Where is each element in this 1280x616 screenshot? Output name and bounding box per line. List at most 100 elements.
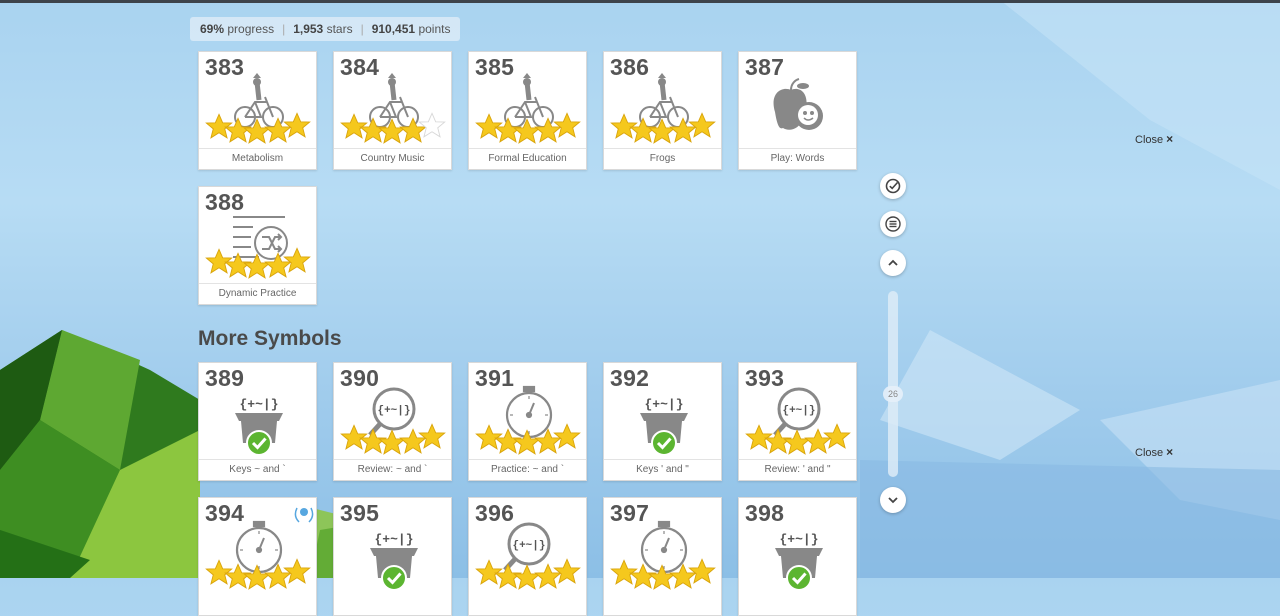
star-icon [745, 424, 773, 450]
completed-filter-button[interactable] [880, 173, 906, 199]
top-border [0, 0, 1280, 3]
shuffle-list-icon [233, 216, 288, 260]
lesson-card-387[interactable]: 387 Play: Words [738, 51, 857, 170]
lesson-title: Review: ' and " [739, 459, 856, 480]
apple-game-icon [773, 78, 823, 130]
star-icon [553, 112, 581, 138]
check-circle-icon [885, 178, 901, 194]
star-rating [610, 558, 716, 590]
star-rating [475, 423, 581, 455]
star-icon [205, 559, 233, 585]
lesson-card-386[interactable]: 386 Frogs [603, 51, 722, 170]
lesson-card-383[interactable]: 383 Metabolism [198, 51, 317, 170]
checkmark-icon [381, 565, 407, 591]
lesson-card-395[interactable]: 395 {+~|} [333, 497, 452, 616]
star-icon [610, 559, 638, 585]
empty-star-icon [418, 112, 446, 138]
close-button[interactable]: Close × [1135, 445, 1173, 459]
lesson-illustration: {+~|} [475, 522, 581, 590]
lesson-illustration [205, 73, 311, 144]
magnifier-symbols-icon: {+~|} [503, 522, 551, 572]
lesson-illustration: {+~|} [640, 397, 688, 456]
lesson-illustration: {+~|} [370, 532, 418, 591]
lesson-title: Keys ~ and ` [199, 459, 316, 480]
lesson-illustration [340, 73, 446, 144]
bicycle-icon [234, 73, 284, 128]
lesson-card-392[interactable]: 392 {+~|} Keys ' and " [603, 362, 722, 481]
menu-icon [885, 216, 901, 232]
star-icon [283, 247, 311, 273]
star-icon [418, 423, 446, 449]
star-icon [340, 424, 368, 450]
magnifier-symbols-icon: {+~|} [368, 387, 416, 437]
star-icon [553, 423, 581, 449]
progress-stat: 69% progress [200, 22, 275, 36]
bicycle-icon [369, 73, 419, 128]
scroll-position[interactable]: 26 [883, 386, 903, 402]
svg-text:{+~|}: {+~|} [779, 532, 818, 547]
lesson-title: Review: ~ and ` [334, 459, 451, 480]
lesson-illustration [205, 216, 311, 279]
lesson-illustration [475, 73, 581, 144]
svg-text:{+~|}: {+~|} [644, 397, 683, 412]
star-icon [688, 112, 716, 138]
lesson-title: Country Music [334, 148, 451, 169]
lesson-card-390[interactable]: 390 {+~|} Review: ~ and ` [333, 362, 452, 481]
bicycle-icon [639, 73, 689, 128]
star-icon [283, 112, 311, 138]
lesson-card-393[interactable]: 393 {+~|} Review: ' and " [738, 362, 857, 481]
svg-text:{+~|}: {+~|} [239, 397, 278, 412]
close-icon: × [1166, 445, 1174, 459]
star-icon [283, 558, 311, 584]
checkmark-icon [651, 430, 677, 456]
svg-text:{+~|}: {+~|} [374, 532, 413, 547]
star-icon [475, 113, 503, 139]
scroll-track[interactable] [888, 291, 898, 477]
lesson-illustration [610, 73, 716, 144]
star-icon [783, 429, 811, 455]
close-label: Close [1135, 447, 1164, 459]
lesson-illustration: {+~|} [340, 387, 446, 455]
scroll-down-button[interactable] [880, 487, 906, 513]
star-rating [205, 558, 311, 590]
lesson-card-384[interactable]: 384 Country Music [333, 51, 452, 170]
lesson-title: Frogs [604, 148, 721, 169]
lesson-illustration [773, 78, 823, 130]
star-icon [205, 113, 233, 139]
close-button[interactable]: Close × [1135, 132, 1173, 146]
lesson-card-398[interactable]: 398 {+~|} [738, 497, 857, 616]
lesson-illustration [610, 520, 716, 590]
lesson-card-388[interactable]: 388 Dynamic Practice [198, 186, 317, 305]
lesson-illustration: {+~|} [745, 387, 851, 455]
star-icon [205, 248, 233, 274]
star-icon [553, 558, 581, 584]
svg-text:{+~|}: {+~|} [782, 405, 815, 417]
svg-text:{+~|}: {+~|} [377, 405, 410, 417]
lesson-title: Keys ' and " [604, 459, 721, 480]
stopwatch-icon [235, 520, 283, 574]
lesson-card-394[interactable]: 394 [198, 497, 317, 616]
lesson-card-385[interactable]: 385 Formal Education [468, 51, 587, 170]
star-icon [688, 558, 716, 584]
stopwatch-icon [640, 520, 688, 574]
close-label: Close [1135, 134, 1164, 146]
star-icon [610, 113, 638, 139]
chevron-down-icon [888, 497, 898, 504]
close-icon: × [1166, 132, 1174, 146]
lesson-card-396[interactable]: 396 {+~|} [468, 497, 587, 616]
star-icon [378, 429, 406, 455]
star-icon [340, 113, 368, 139]
lesson-title: Play: Words [739, 148, 856, 169]
scroll-up-button[interactable] [880, 250, 906, 276]
svg-text:{+~|}: {+~|} [512, 540, 545, 552]
divider: | [282, 22, 286, 36]
lesson-card-391[interactable]: 391 Practice: ~ and ` [468, 362, 587, 481]
lesson-card-397[interactable]: 397 [603, 497, 722, 616]
chevron-up-icon [888, 259, 898, 266]
lesson-card-389[interactable]: 389 {+~|} Keys ~ and ` [198, 362, 317, 481]
lesson-title: Practice: ~ and ` [469, 459, 586, 480]
divider: | [360, 22, 364, 36]
lesson-illustration [205, 507, 314, 590]
menu-button[interactable] [880, 211, 906, 237]
checkmark-icon [786, 565, 812, 591]
